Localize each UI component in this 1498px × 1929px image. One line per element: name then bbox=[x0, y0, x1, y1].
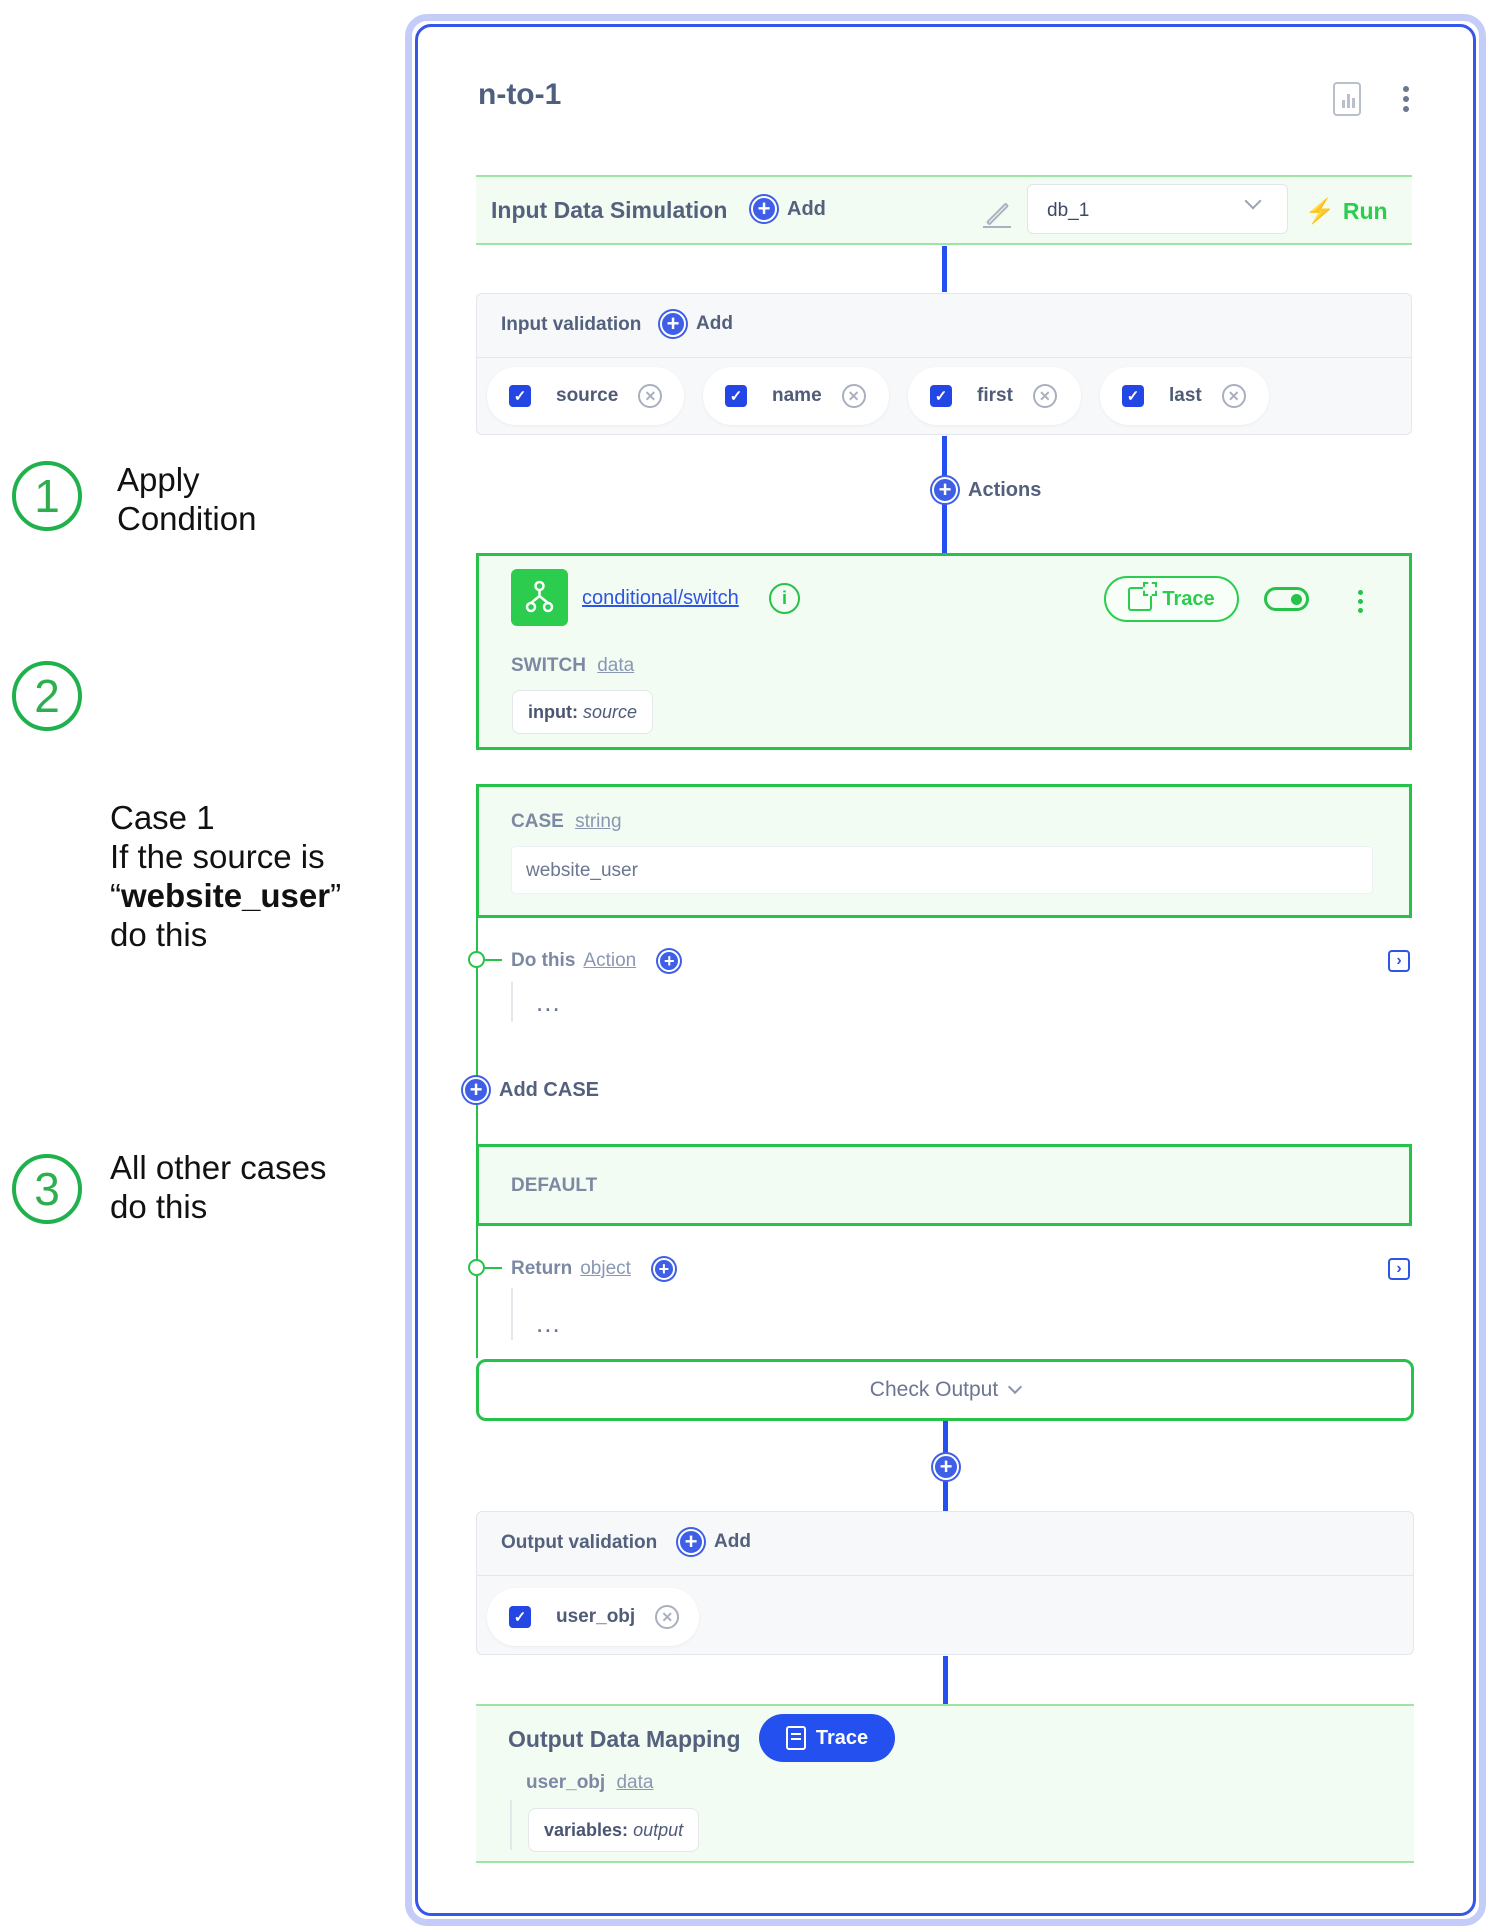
switch-input-pill[interactable]: input: source bbox=[512, 690, 654, 734]
run-button[interactable]: ⚡ Run bbox=[1305, 197, 1388, 226]
validation-chip-user-obj[interactable]: ✓ user_obj ✕ bbox=[487, 1588, 699, 1646]
annotation-3-badge: 3 bbox=[12, 1154, 82, 1224]
expand-icon[interactable]: › bbox=[1388, 950, 1410, 972]
default-section bbox=[476, 1144, 1412, 1226]
insert-step-button[interactable]: + bbox=[933, 1454, 959, 1480]
remove-icon[interactable]: ✕ bbox=[655, 1605, 680, 1629]
add-case-button[interactable]: + Add CASE bbox=[463, 1077, 599, 1103]
plus-circle-icon: + bbox=[660, 311, 686, 337]
remove-icon[interactable]: ✕ bbox=[841, 384, 866, 408]
return-label: Return object + bbox=[511, 1258, 675, 1280]
plus-circle-icon: + bbox=[933, 1454, 959, 1480]
checkbox-checked-icon[interactable]: ✓ bbox=[725, 385, 747, 407]
checkbox-checked-icon[interactable]: ✓ bbox=[1122, 385, 1144, 407]
lightning-icon: ⚡ bbox=[1305, 198, 1335, 225]
branch-node-dot bbox=[468, 1259, 485, 1276]
default-label: DEFAULT bbox=[511, 1175, 598, 1196]
expand-icon[interactable]: › bbox=[1388, 1258, 1410, 1280]
return-placeholder: ... bbox=[536, 1308, 561, 1338]
output-variables-pill[interactable]: variables: output bbox=[528, 1808, 700, 1852]
page-title: n-to-1 bbox=[478, 78, 562, 111]
input-simulation-add-button[interactable]: + Add bbox=[751, 196, 826, 222]
validation-chip-last[interactable]: ✓ last ✕ bbox=[1100, 367, 1269, 425]
output-field-label: user_obj data bbox=[526, 1772, 654, 1793]
switch-label: SWITCH data bbox=[511, 655, 635, 676]
plus-circle-icon: + bbox=[932, 477, 958, 503]
mapping-rail bbox=[510, 1800, 512, 1850]
return-rail bbox=[511, 1288, 513, 1340]
checkbox-checked-icon[interactable]: ✓ bbox=[509, 1606, 531, 1628]
checkbox-checked-icon[interactable]: ✓ bbox=[509, 385, 531, 407]
plus-circle-icon: + bbox=[463, 1077, 489, 1103]
checkbox-checked-icon[interactable]: ✓ bbox=[930, 385, 952, 407]
remove-icon[interactable]: ✕ bbox=[638, 384, 663, 408]
annotation-2-badge: 2 bbox=[12, 661, 82, 731]
flow-connector bbox=[942, 246, 947, 292]
annotation-1-badge: 1 bbox=[12, 461, 82, 531]
branch-link bbox=[485, 1267, 502, 1269]
document-icon bbox=[785, 1726, 806, 1750]
branch-node-dot bbox=[468, 951, 485, 968]
input-validation-add-button[interactable]: + Add bbox=[660, 311, 733, 337]
action-rail bbox=[511, 982, 513, 1022]
branch-link bbox=[485, 959, 502, 961]
validation-chip-source[interactable]: ✓ source ✕ bbox=[487, 367, 684, 425]
remove-icon[interactable]: ✕ bbox=[1032, 384, 1057, 408]
validation-chip-name[interactable]: ✓ name ✕ bbox=[703, 367, 889, 425]
case-branch-line bbox=[476, 918, 478, 1358]
flow-connector bbox=[943, 1656, 948, 1704]
plus-circle-icon: + bbox=[678, 1529, 704, 1555]
chevron-down-icon bbox=[1008, 1379, 1023, 1395]
panel-menu-icon[interactable] bbox=[1403, 86, 1409, 116]
annotation-1-text: Apply Condition bbox=[117, 461, 257, 537]
node-menu-icon[interactable] bbox=[1358, 590, 1364, 617]
output-validation-header: Output validation + Add bbox=[477, 1512, 1413, 1576]
output-trace-button[interactable]: Trace bbox=[759, 1714, 895, 1762]
trace-icon bbox=[1128, 582, 1158, 611]
do-this-label: Do this Action + bbox=[511, 950, 681, 972]
switch-node-link[interactable]: conditional/switch bbox=[582, 587, 739, 610]
enable-toggle[interactable] bbox=[1264, 587, 1309, 611]
input-validation-header: Input validation + Add bbox=[477, 294, 1411, 358]
validation-chip-first[interactable]: ✓ first ✕ bbox=[908, 367, 1081, 425]
trace-toggle-button[interactable]: Trace bbox=[1104, 576, 1239, 622]
case-value-field[interactable]: website_user bbox=[511, 846, 1373, 894]
pencil-icon[interactable] bbox=[983, 200, 1011, 228]
output-validation-add-button[interactable]: + Add bbox=[678, 1529, 751, 1555]
annotation-3-text: All other cases do this bbox=[110, 1149, 327, 1225]
report-icon[interactable] bbox=[1333, 82, 1361, 116]
add-action-button[interactable]: + Actions bbox=[932, 477, 1041, 503]
case-label: CASE string bbox=[511, 811, 622, 832]
input-simulation-label: Input Data Simulation bbox=[491, 197, 728, 223]
remove-icon[interactable]: ✕ bbox=[1221, 384, 1246, 408]
info-icon[interactable]: i bbox=[769, 583, 800, 614]
plus-circle-icon: + bbox=[751, 196, 777, 222]
add-return-icon[interactable]: + bbox=[652, 1258, 675, 1280]
annotation-2-text: Case 1 If the source is “website_user” d… bbox=[110, 799, 342, 953]
switch-node-icon bbox=[511, 569, 568, 626]
database-select[interactable]: db_1 bbox=[1027, 184, 1288, 234]
check-output-button[interactable]: Check Output bbox=[476, 1359, 1414, 1421]
action-placeholder: ... bbox=[536, 987, 561, 1017]
output-mapping-label: Output Data Mapping bbox=[508, 1726, 741, 1752]
add-action-icon[interactable]: + bbox=[658, 950, 681, 972]
chevron-down-icon bbox=[1244, 192, 1262, 210]
